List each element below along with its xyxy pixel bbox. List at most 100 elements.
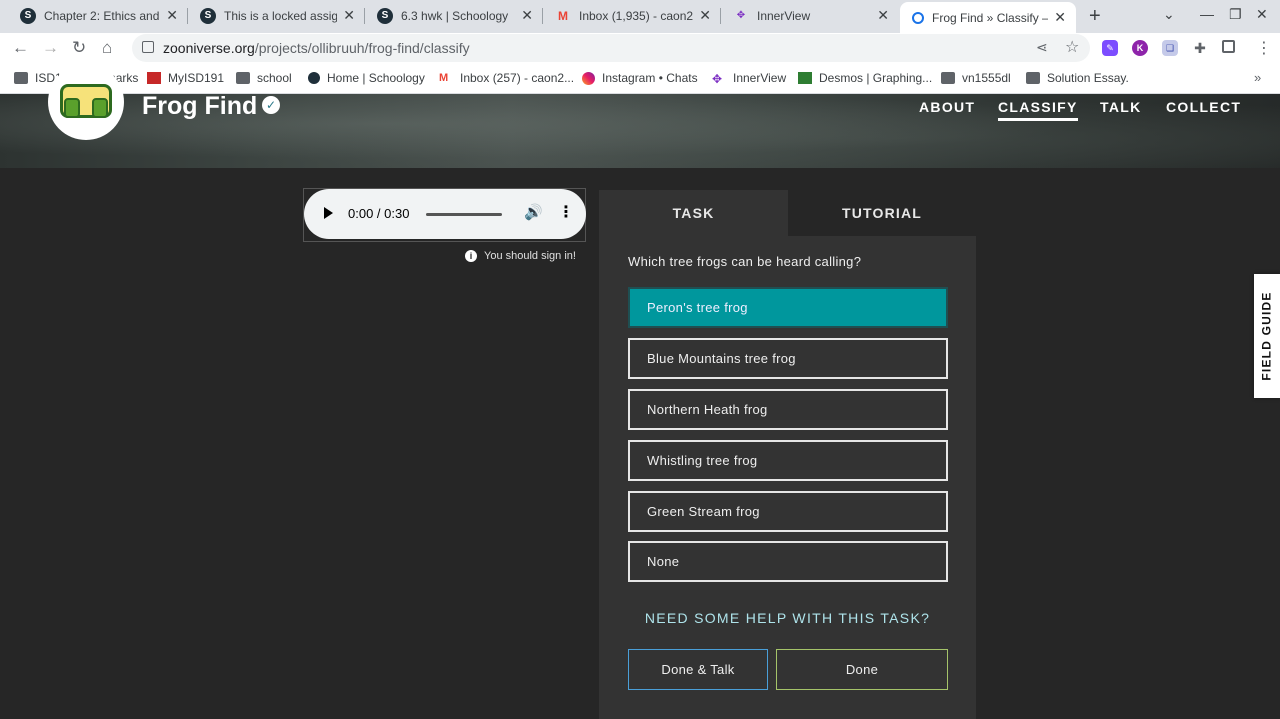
nav-talk[interactable]: TALK (1100, 99, 1142, 115)
done-and-talk-button[interactable]: Done & Talk (628, 649, 768, 690)
back-icon[interactable]: ← (12, 38, 29, 58)
myisd-icon (147, 72, 161, 84)
task-help-link[interactable]: NEED SOME HELP WITH THIS TASK? (599, 610, 976, 626)
innerview-icon: ✥ (712, 72, 723, 86)
tab-search-icon[interactable]: ⌄ (1163, 6, 1175, 23)
forward-icon[interactable]: → (42, 38, 59, 58)
tab-title: InnerView (757, 8, 811, 23)
answer-option[interactable]: Peron's tree frog (628, 287, 948, 328)
close-tab-icon[interactable]: ✕ (877, 7, 889, 24)
bookmark-folder[interactable]: Solution Essay. (1026, 71, 1129, 85)
task-panel: TASK TUTORIAL Which tree frogs can be he… (599, 190, 976, 719)
share-icon[interactable]: ⋖ (1036, 39, 1048, 56)
bookmark-item[interactable]: M Inbox (257) - caon2... (439, 71, 574, 85)
bookmarks-folder-icon (14, 72, 28, 84)
side-panel-icon[interactable] (1222, 40, 1235, 53)
bookmarks-bar: ISD191 Bookmarks MyISD191 school Home | … (0, 63, 1280, 94)
folder-icon (941, 72, 955, 84)
schoology-icon: S (20, 7, 36, 24)
browser-tab-strip: S Chapter 2: Ethics and P ✕ S This is a … (0, 0, 1280, 33)
nav-collect[interactable]: COLLECT (1166, 99, 1241, 115)
close-window-icon[interactable]: ✕ (1256, 6, 1268, 23)
extension-icon[interactable]: ✎ (1102, 40, 1118, 56)
done-button[interactable]: Done (776, 649, 948, 690)
audio-seek-bar[interactable] (426, 213, 502, 216)
bookmark-item[interactable]: Desmos | Graphing... (798, 71, 932, 85)
nav-about[interactable]: ABOUT (919, 99, 975, 115)
folder-icon (236, 72, 250, 84)
close-tab-icon[interactable]: ✕ (699, 7, 711, 24)
answer-option[interactable]: Green Stream frog (628, 491, 948, 532)
bookmark-folder[interactable]: school (236, 71, 292, 85)
close-tab-icon[interactable]: ✕ (166, 7, 178, 24)
schoology-icon: S (377, 7, 393, 24)
project-title[interactable]: Frog Find (142, 92, 257, 121)
desmos-icon (798, 72, 812, 84)
audio-more-icon[interactable]: ⋮ (558, 202, 574, 222)
more-bookmarks-icon[interactable]: » (1254, 70, 1261, 85)
browser-tab[interactable]: S Chapter 2: Ethics and P ✕ (8, 0, 188, 31)
browser-toolbar: ← → ↻ ⌂ zooniverse.org/projects/ollibruu… (0, 33, 1280, 63)
answer-option[interactable]: None (628, 541, 948, 582)
url-text[interactable]: zooniverse.org/projects/ollibruuh/frog-f… (163, 40, 470, 56)
close-tab-icon[interactable]: ✕ (343, 7, 355, 24)
field-guide-button[interactable]: FIELD GUIDE (1254, 274, 1280, 398)
bookmark-item[interactable]: Home | Schoology (308, 71, 425, 85)
reader-extension-icon[interactable]: ❑ (1162, 40, 1178, 56)
site-info-icon[interactable] (142, 41, 154, 53)
bookmark-folder[interactable]: vn1555dl (941, 71, 1011, 85)
audio-player[interactable]: 0:00 / 0:30 🔊 ⋮ (304, 189, 586, 239)
kami-extension-icon[interactable]: K (1132, 40, 1148, 56)
answer-option[interactable]: Blue Mountains tree frog (628, 338, 948, 379)
home-icon[interactable]: ⌂ (102, 38, 112, 58)
project-header: Frog Find ✓ ABOUT CLASSIFY TALK COLLECT (0, 64, 1280, 168)
answer-option[interactable]: Whistling tree frog (628, 440, 948, 481)
folder-icon (1026, 72, 1040, 84)
verified-badge-icon: ✓ (262, 96, 280, 114)
gmail-icon: M (558, 8, 568, 23)
close-tab-icon[interactable]: ✕ (521, 7, 533, 24)
browser-tab-active[interactable]: Frog Find » Classify — ✕ (900, 2, 1076, 33)
signin-note: i You should sign in! (465, 250, 576, 262)
new-tab-button[interactable]: + (1089, 5, 1101, 28)
innerview-icon: ✥ (736, 10, 746, 21)
browser-tab[interactable]: M Inbox (1,935) - caon2@ ✕ (543, 0, 721, 31)
tab-title: Frog Find » Classify — (932, 10, 1049, 25)
browser-menu-icon[interactable]: ⋮ (1256, 38, 1272, 58)
minimize-icon[interactable]: — (1200, 6, 1214, 22)
bookmark-star-icon[interactable]: ☆ (1065, 37, 1079, 57)
bookmark-item[interactable]: MyISD191 (147, 71, 224, 85)
bookmark-item[interactable]: ✥ InnerView (712, 71, 786, 86)
close-tab-icon[interactable]: ✕ (1054, 9, 1066, 26)
audio-time: 0:00 / 0:30 (348, 206, 410, 221)
tab-tutorial[interactable]: TUTORIAL (788, 190, 976, 236)
schoology-icon (308, 72, 320, 84)
nav-classify[interactable]: CLASSIFY (998, 99, 1078, 121)
browser-tab[interactable]: S This is a locked assignm ✕ (188, 0, 365, 31)
schoology-icon: S (200, 7, 216, 24)
gmail-icon: M (439, 72, 449, 84)
tab-task[interactable]: TASK (599, 190, 788, 236)
task-question: Which tree frogs can be heard calling? (628, 254, 862, 269)
play-icon[interactable] (324, 207, 333, 219)
extensions-puzzle-icon[interactable]: ✚ (1192, 40, 1208, 56)
subject-viewer: 0:00 / 0:30 🔊 ⋮ (303, 188, 586, 242)
zooniverse-icon (912, 11, 924, 24)
tab-title: Chapter 2: Ethics and P (44, 8, 161, 23)
reload-icon[interactable]: ↻ (72, 38, 86, 58)
info-icon: i (465, 250, 477, 262)
tab-title: This is a locked assignm (224, 8, 338, 23)
tab-title: Inbox (1,935) - caon2@ (579, 8, 694, 23)
browser-tab[interactable]: S 6.3 hwk | Schoology ✕ (365, 0, 543, 31)
instagram-icon (582, 71, 595, 85)
answer-option[interactable]: Northern Heath frog (628, 389, 948, 430)
page-content: Frog Find ✓ ABOUT CLASSIFY TALK COLLECT … (0, 64, 1280, 719)
panel-tabs: TASK TUTORIAL (599, 190, 976, 236)
browser-tab[interactable]: ✥ InnerView ✕ (721, 0, 899, 31)
bookmark-item[interactable]: Instagram • Chats (582, 71, 698, 85)
project-logo[interactable] (48, 64, 124, 140)
restore-icon[interactable]: ❐ (1229, 6, 1242, 23)
address-bar[interactable]: zooniverse.org/projects/ollibruuh/frog-f… (132, 34, 1090, 62)
tab-title: 6.3 hwk | Schoology (401, 8, 509, 23)
volume-icon[interactable]: 🔊 (524, 203, 543, 221)
